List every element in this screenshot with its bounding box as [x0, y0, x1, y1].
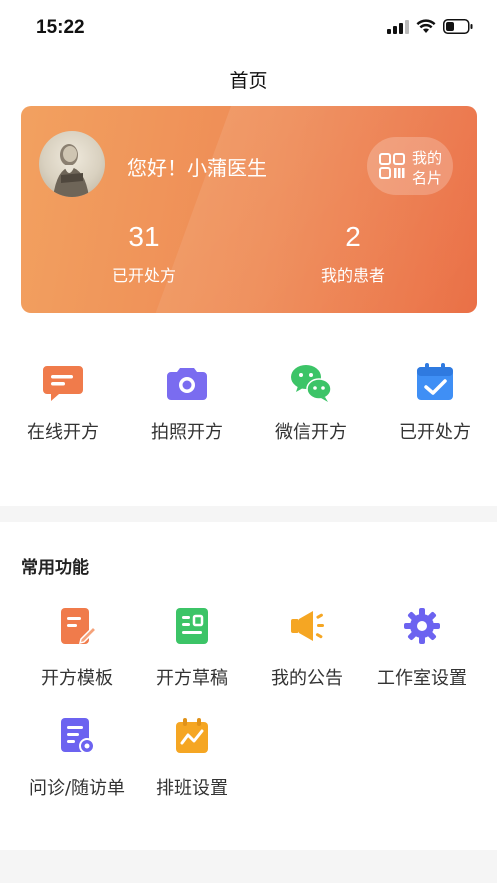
quick-action-label: 微信开方	[275, 422, 347, 443]
status-bar: 15:22	[0, 0, 497, 58]
megaphone-icon	[291, 611, 324, 641]
stat-prescriptions[interactable]: 31 已开处方	[69, 218, 219, 286]
function-my-announcements[interactable]: 我的公告	[245, 606, 369, 690]
wechat-icon	[291, 365, 332, 402]
function-label: 问诊/随访单	[28, 778, 126, 799]
draft-icon	[176, 608, 208, 644]
quick-action-issued-prescriptions[interactable]: 已开处方	[373, 360, 497, 444]
function-prescription-drafts[interactable]: 开方草稿	[130, 606, 254, 690]
function-prescription-template[interactable]: 开方模板	[15, 606, 139, 690]
stat-patients[interactable]: 2 我的患者	[278, 218, 428, 286]
stat-label: 已开处方	[111, 266, 176, 285]
quick-action-label: 拍照开方	[151, 422, 223, 443]
avatar-portrait-icon	[53, 144, 89, 197]
calendar-check-icon	[417, 363, 453, 400]
function-label: 我的公告	[271, 668, 343, 689]
function-schedule-settings[interactable]: 排班设置	[130, 716, 254, 800]
common-functions-title: 常用功能	[21, 558, 89, 578]
cellular-signal-icon	[387, 19, 409, 34]
quick-action-label: 在线开方	[27, 422, 99, 443]
section-divider	[0, 506, 497, 522]
function-label: 开方模板	[41, 668, 113, 689]
function-label: 排班设置	[156, 778, 228, 799]
battery-icon	[443, 19, 473, 34]
status-time: 15:22	[36, 17, 85, 38]
function-label: 开方草稿	[156, 668, 228, 689]
doctor-card: 您好！小蒲医生 我的名片 31 已开处方 2 我的患者	[21, 106, 477, 313]
function-consultation-followup-forms[interactable]: 问诊/随访单	[15, 716, 139, 800]
avatar[interactable]	[39, 131, 105, 197]
function-studio-settings[interactable]: 工作室设置	[360, 606, 484, 690]
stat-value: 31	[128, 221, 160, 252]
chat-bubble-icon	[43, 366, 83, 401]
qr-code-icon	[379, 153, 405, 179]
form-settings-icon	[61, 718, 95, 754]
status-icons	[387, 19, 473, 34]
page-title: 首页	[229, 70, 268, 92]
my-card-button[interactable]: 我的名片	[367, 137, 453, 195]
doctor-greeting: 您好！小蒲医生	[127, 156, 267, 180]
quick-action-wechat-prescription[interactable]: 微信开方	[249, 360, 373, 444]
quick-action-online-prescription[interactable]: 在线开方	[1, 360, 125, 444]
camera-icon	[167, 368, 207, 400]
wifi-icon	[416, 19, 436, 33]
schedule-icon	[176, 718, 208, 753]
stat-label: 我的患者	[320, 266, 385, 285]
edit-document-icon	[61, 608, 98, 645]
gear-icon	[404, 608, 440, 644]
quick-action-label: 已开处方	[399, 422, 471, 443]
function-label: 工作室设置	[377, 668, 467, 689]
quick-action-photo-prescription[interactable]: 拍照开方	[125, 360, 249, 444]
bottom-divider	[0, 850, 497, 883]
stat-value: 2	[345, 221, 361, 252]
my-card-label: 我的名片	[412, 149, 443, 187]
